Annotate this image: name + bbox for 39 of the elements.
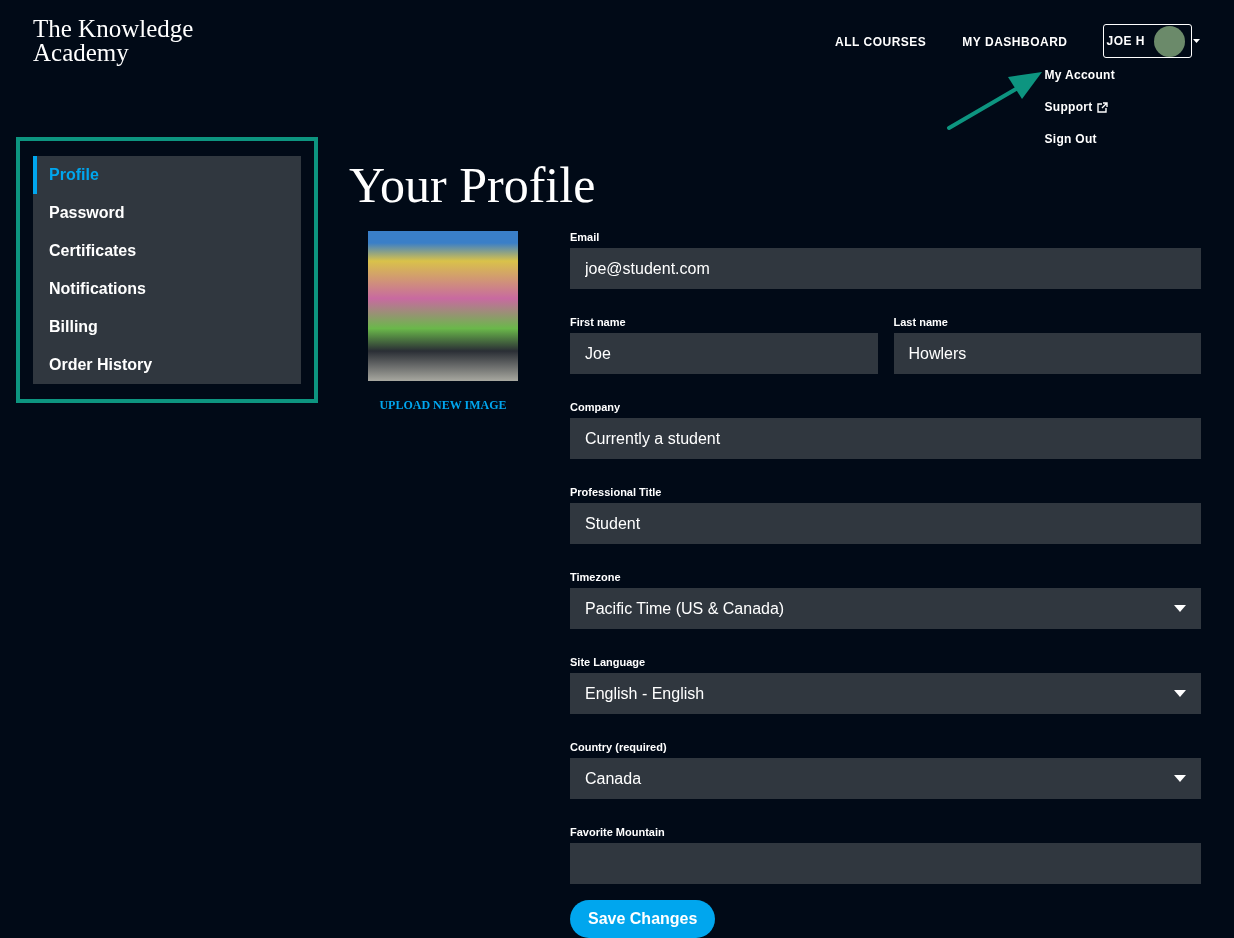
menu-item[interactable]: Support bbox=[1044, 98, 1165, 116]
sidebar-item[interactable]: Billing bbox=[33, 308, 301, 346]
sidebar-item[interactable]: Profile bbox=[33, 156, 301, 194]
avatar bbox=[1154, 25, 1185, 57]
sidebar-item[interactable]: Order History bbox=[33, 346, 301, 384]
menu-item[interactable]: My Account bbox=[1044, 66, 1165, 84]
input-field[interactable]: Joe bbox=[570, 333, 878, 374]
field-label: First name bbox=[570, 316, 626, 329]
sidebar-item[interactable]: Password bbox=[33, 194, 301, 232]
select-field[interactable]: Pacific Time (US & Canada) bbox=[570, 588, 1201, 629]
field-label: Professional Title bbox=[570, 486, 662, 499]
select-field[interactable]: Canada bbox=[570, 758, 1201, 799]
menu-item[interactable]: Sign Out bbox=[1044, 130, 1165, 148]
sidebar-item[interactable]: Certificates bbox=[33, 232, 301, 270]
field-label: Last name bbox=[893, 316, 948, 329]
select-field[interactable]: English - English bbox=[570, 673, 1201, 714]
caret-icon bbox=[1174, 775, 1186, 782]
field-label: Site Language bbox=[570, 656, 646, 669]
field-label: Timezone bbox=[570, 571, 621, 584]
input-field[interactable]: Currently a student bbox=[570, 418, 1201, 459]
user-menu-button[interactable]: JOE H bbox=[1103, 24, 1192, 58]
sidebar-item[interactable]: Notifications bbox=[33, 270, 301, 308]
logo[interactable]: The Knowledge Academy bbox=[33, 17, 194, 65]
field-label: Email bbox=[570, 231, 600, 244]
field-label: Favorite Mountain bbox=[570, 826, 665, 839]
input-field[interactable]: joe@student.com bbox=[570, 248, 1201, 289]
nav-link[interactable]: MY DASHBOARD bbox=[962, 33, 1068, 51]
field-label: Country (required) bbox=[570, 741, 667, 754]
external-link-icon bbox=[1096, 101, 1108, 113]
input-field[interactable] bbox=[570, 843, 1201, 884]
page-title: Your Profile bbox=[349, 157, 597, 213]
input-field[interactable]: Howlers bbox=[893, 333, 1201, 374]
caret-icon bbox=[1174, 605, 1186, 612]
input-field[interactable]: Student bbox=[570, 503, 1201, 544]
field-label: Company bbox=[570, 401, 621, 414]
upload-image-link[interactable]: UPLOAD NEW IMAGE bbox=[379, 396, 507, 414]
caret-icon bbox=[1193, 39, 1200, 43]
nav-link[interactable]: ALL COURSES bbox=[835, 33, 927, 51]
caret-icon bbox=[1174, 690, 1186, 697]
